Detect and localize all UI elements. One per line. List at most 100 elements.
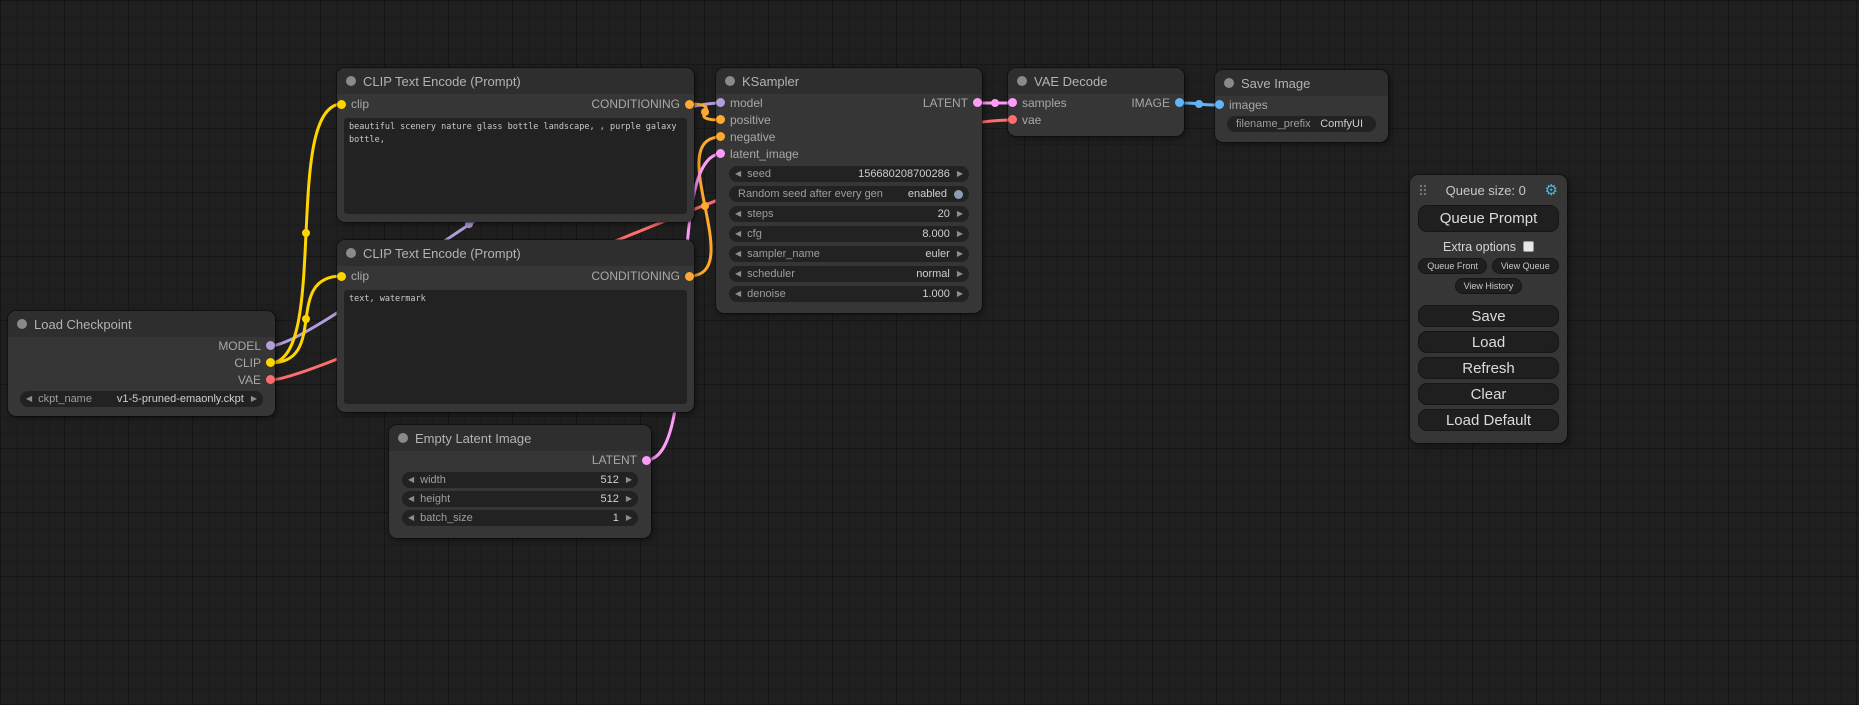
- vae-port-icon[interactable]: [266, 375, 275, 384]
- view-history-button[interactable]: View History: [1455, 278, 1523, 294]
- ksampler-title-bar[interactable]: KSampler: [716, 68, 982, 94]
- output-port-image[interactable]: IMAGE: [1131, 96, 1184, 110]
- output-port-clip[interactable]: CLIP: [234, 356, 275, 370]
- latent-port-icon[interactable]: [973, 98, 982, 107]
- width-widget[interactable]: ◀ width 512 ▶: [402, 472, 638, 488]
- increment-arrow-icon[interactable]: ▶: [626, 514, 632, 522]
- output-port-model[interactable]: MODEL: [218, 339, 275, 353]
- input-port-model[interactable]: model: [716, 96, 763, 110]
- node-load-checkpoint[interactable]: Load Checkpoint MODEL CLIP VAE ◀ ckpt_na…: [8, 311, 275, 416]
- load-default-button[interactable]: Load Default: [1418, 409, 1559, 431]
- decrement-arrow-icon[interactable]: ◀: [735, 210, 741, 218]
- input-port-clip[interactable]: clip: [337, 97, 369, 111]
- cfg-widget[interactable]: ◀ cfg 8.000 ▶: [729, 226, 969, 242]
- input-port-images[interactable]: images: [1215, 98, 1268, 112]
- decrement-arrow-icon[interactable]: ◀: [735, 290, 741, 298]
- collapse-dot-icon[interactable]: [398, 433, 408, 443]
- increment-arrow-icon[interactable]: ▶: [957, 290, 963, 298]
- seed-widget[interactable]: ◀ seed 156680208700286 ▶: [729, 166, 969, 182]
- increment-arrow-icon[interactable]: ▶: [251, 395, 257, 403]
- clip-encode-title-bar[interactable]: CLIP Text Encode (Prompt): [337, 240, 694, 266]
- decrement-arrow-icon[interactable]: ◀: [735, 230, 741, 238]
- node-ksampler[interactable]: KSampler model LATENT positive negative: [716, 68, 982, 313]
- scheduler-widget[interactable]: ◀ scheduler normal ▶: [729, 266, 969, 282]
- vae-port-icon[interactable]: [1008, 115, 1017, 124]
- decrement-arrow-icon[interactable]: ◀: [408, 476, 414, 484]
- load-button[interactable]: Load: [1418, 331, 1559, 353]
- refresh-button[interactable]: Refresh: [1418, 357, 1559, 379]
- vae-decode-title-bar[interactable]: VAE Decode: [1008, 68, 1184, 94]
- clear-button[interactable]: Clear: [1418, 383, 1559, 405]
- queue-front-button[interactable]: Queue Front: [1418, 258, 1487, 274]
- decrement-arrow-icon[interactable]: ◀: [408, 495, 414, 503]
- collapse-dot-icon[interactable]: [346, 248, 356, 258]
- node-clip-text-encode-negative[interactable]: CLIP Text Encode (Prompt) clip CONDITION…: [337, 240, 694, 412]
- increment-arrow-icon[interactable]: ▶: [957, 170, 963, 178]
- clip-port-icon[interactable]: [337, 272, 346, 281]
- collapse-dot-icon[interactable]: [1017, 76, 1027, 86]
- input-port-latent-image[interactable]: latent_image: [716, 147, 799, 161]
- negative-prompt-textarea[interactable]: text, watermark: [344, 290, 687, 404]
- toggle-on-icon[interactable]: [954, 190, 963, 199]
- decrement-arrow-icon[interactable]: ◀: [26, 395, 32, 403]
- increment-arrow-icon[interactable]: ▶: [626, 476, 632, 484]
- extra-options-checkbox[interactable]: [1523, 241, 1534, 252]
- clip-port-icon[interactable]: [337, 100, 346, 109]
- save-image-title-bar[interactable]: Save Image: [1215, 70, 1388, 96]
- node-vae-decode[interactable]: VAE Decode samples IMAGE vae: [1008, 68, 1184, 136]
- output-port-vae[interactable]: VAE: [238, 373, 275, 387]
- output-port-conditioning[interactable]: CONDITIONING: [591, 269, 694, 283]
- filename-prefix-widget[interactable]: filename_prefix ComfyUI: [1227, 116, 1376, 132]
- latent-port-icon[interactable]: [642, 456, 651, 465]
- node-clip-text-encode-positive[interactable]: CLIP Text Encode (Prompt) clip CONDITION…: [337, 68, 694, 222]
- positive-prompt-textarea[interactable]: beautiful scenery nature glass bottle la…: [344, 118, 687, 214]
- model-port-icon[interactable]: [266, 341, 275, 350]
- input-port-samples[interactable]: samples: [1008, 96, 1067, 110]
- output-port-latent[interactable]: LATENT: [923, 96, 982, 110]
- save-button[interactable]: Save: [1418, 305, 1559, 327]
- decrement-arrow-icon[interactable]: ◀: [735, 250, 741, 258]
- conditioning-port-icon[interactable]: [716, 115, 725, 124]
- empty-latent-title-bar[interactable]: Empty Latent Image: [389, 425, 651, 451]
- conditioning-port-icon[interactable]: [685, 272, 694, 281]
- steps-widget[interactable]: ◀ steps 20 ▶: [729, 206, 969, 222]
- height-widget[interactable]: ◀ height 512 ▶: [402, 491, 638, 507]
- collapse-dot-icon[interactable]: [346, 76, 356, 86]
- increment-arrow-icon[interactable]: ▶: [957, 230, 963, 238]
- increment-arrow-icon[interactable]: ▶: [957, 270, 963, 278]
- conditioning-port-icon[interactable]: [716, 132, 725, 141]
- model-port-icon[interactable]: [716, 98, 725, 107]
- image-port-icon[interactable]: [1215, 100, 1224, 109]
- ckpt-name-widget[interactable]: ◀ ckpt_name v1-5-pruned-emaonly.ckpt ▶: [20, 391, 263, 407]
- latent-port-icon[interactable]: [716, 149, 725, 158]
- decrement-arrow-icon[interactable]: ◀: [735, 170, 741, 178]
- increment-arrow-icon[interactable]: ▶: [957, 210, 963, 218]
- node-graph-canvas[interactable]: Load Checkpoint MODEL CLIP VAE ◀ ckpt_na…: [0, 0, 1859, 705]
- increment-arrow-icon[interactable]: ▶: [957, 250, 963, 258]
- input-port-clip[interactable]: clip: [337, 269, 369, 283]
- queue-prompt-button[interactable]: Queue Prompt: [1418, 205, 1559, 232]
- batch-size-widget[interactable]: ◀ batch_size 1 ▶: [402, 510, 638, 526]
- input-port-negative[interactable]: negative: [716, 130, 775, 144]
- node-empty-latent-image[interactable]: Empty Latent Image LATENT ◀ width 512 ▶ …: [389, 425, 651, 538]
- collapse-dot-icon[interactable]: [1224, 78, 1234, 88]
- decrement-arrow-icon[interactable]: ◀: [735, 270, 741, 278]
- clip-port-icon[interactable]: [266, 358, 275, 367]
- node-save-image[interactable]: Save Image images filename_prefix ComfyU…: [1215, 70, 1388, 142]
- random-seed-toggle-widget[interactable]: Random seed after every gen enabled: [729, 186, 969, 202]
- settings-gear-icon[interactable]: ⚙: [1545, 183, 1558, 198]
- load-checkpoint-title-bar[interactable]: Load Checkpoint: [8, 311, 275, 337]
- collapse-dot-icon[interactable]: [725, 76, 735, 86]
- increment-arrow-icon[interactable]: ▶: [626, 495, 632, 503]
- collapse-dot-icon[interactable]: [17, 319, 27, 329]
- view-queue-button[interactable]: View Queue: [1492, 258, 1559, 274]
- denoise-widget[interactable]: ◀ denoise 1.000 ▶: [729, 286, 969, 302]
- input-port-positive[interactable]: positive: [716, 113, 771, 127]
- image-port-icon[interactable]: [1175, 98, 1184, 107]
- sampler-name-widget[interactable]: ◀ sampler_name euler ▶: [729, 246, 969, 262]
- output-port-conditioning[interactable]: CONDITIONING: [591, 97, 694, 111]
- drag-handle-icon[interactable]: [1419, 184, 1427, 196]
- decrement-arrow-icon[interactable]: ◀: [408, 514, 414, 522]
- conditioning-port-icon[interactable]: [685, 100, 694, 109]
- clip-encode-title-bar[interactable]: CLIP Text Encode (Prompt): [337, 68, 694, 94]
